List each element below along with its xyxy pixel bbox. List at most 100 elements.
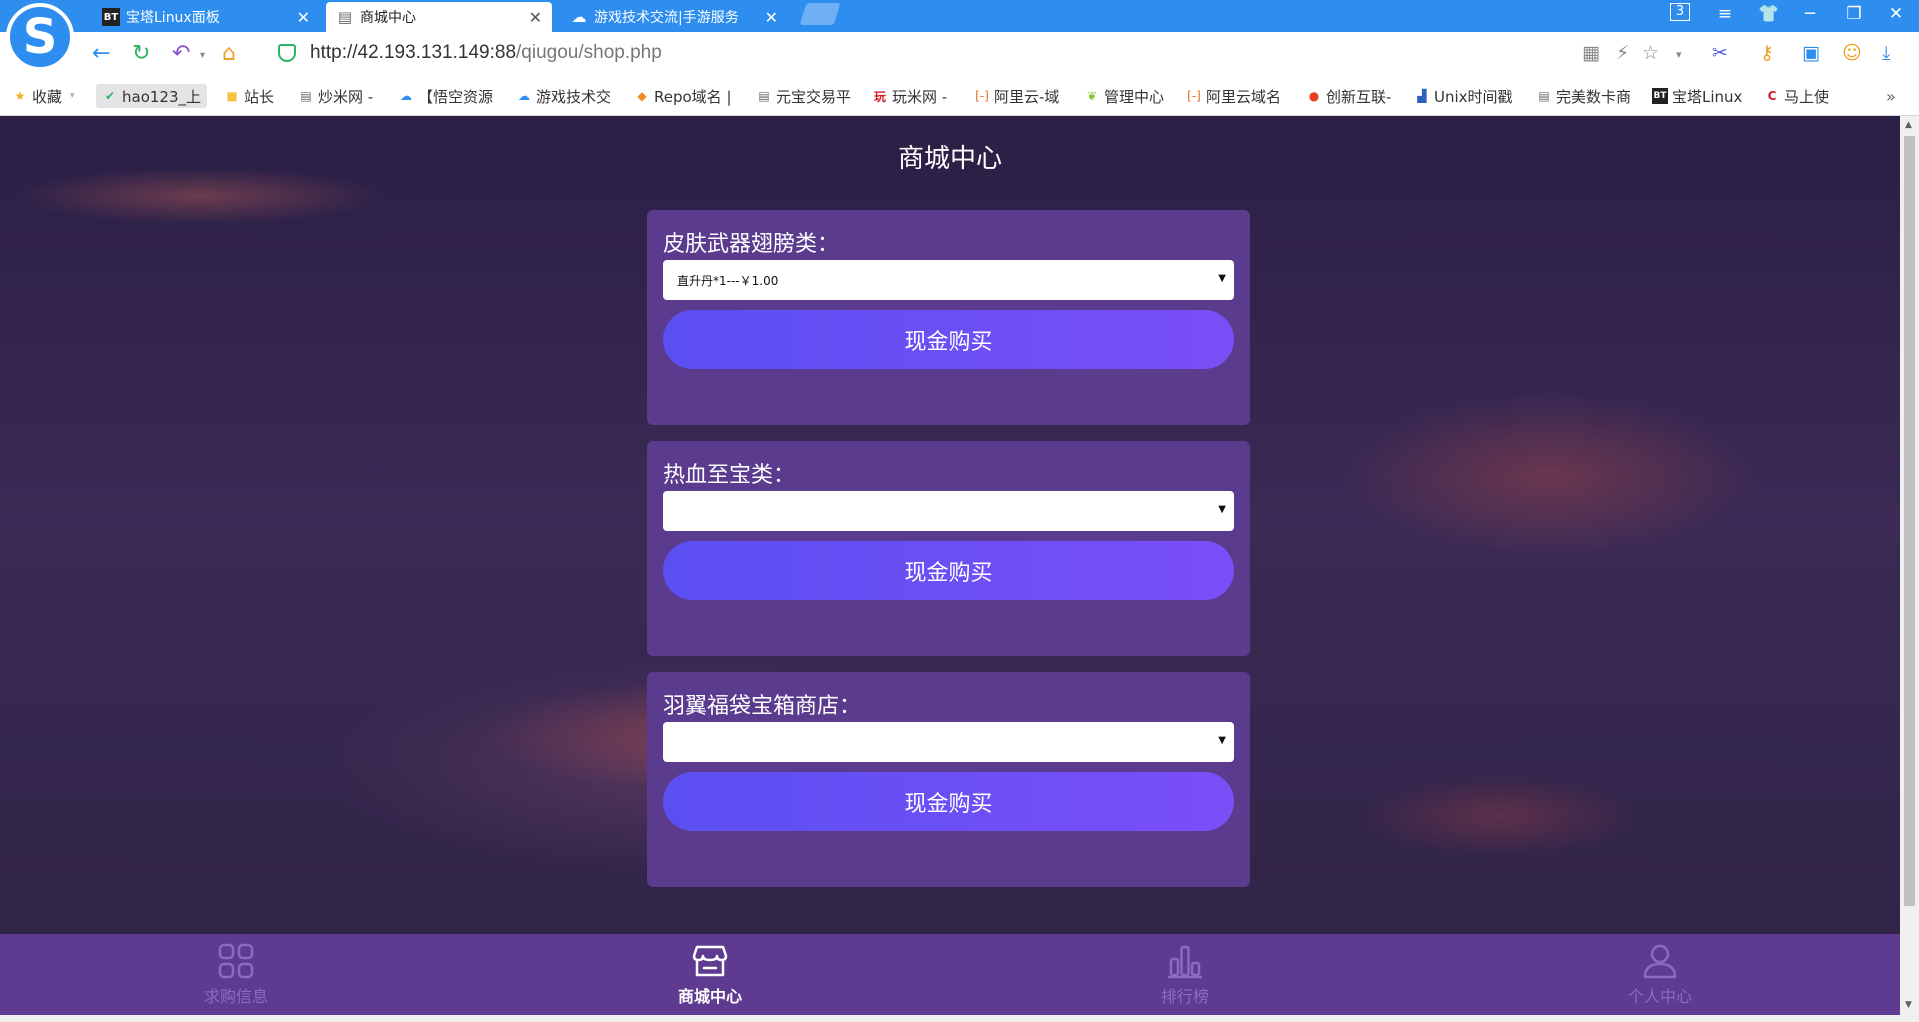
bar-chart-icon [1168,945,1202,978]
bookmark-repo[interactable]: ◆ Repo域名 | [634,84,731,108]
bookmark-zhanzhang[interactable]: ■ 站长 [224,84,274,108]
browser-logo-icon[interactable]: S [6,3,74,71]
document-icon: ▤ [758,89,770,103]
bookmark-chuangxin[interactable]: ● 创新互联- [1306,84,1392,108]
card-label: 皮肤武器翅膀类： [663,232,840,257]
bookmarks-bar: ★ 收藏 ▾ ✔ hao123_上 ■ 站长 ▤ 炒米网 - ☁ 【悟空资源 ☁ 游戏技术交 … [0,74,1919,116]
bookmark-chaomi[interactable]: ▤ 炒米网 - [298,84,373,108]
card-label: 羽翼福袋宝箱商店： [663,694,862,719]
tab-title: 商城中心 [360,10,416,26]
lightning-icon[interactable]: ⚡ [1616,42,1629,64]
bookmark-game-tech[interactable]: ☁ 游戏技术交 [516,84,611,108]
chevron-down-icon: ▾ [70,91,75,101]
tab-close-icon[interactable]: ✕ [297,8,310,27]
nav-label: 求购信息 [203,986,268,1006]
product-card-skins: 皮肤武器翅膀类： 直升丹*1---￥1.00 ▼ 现金购买 [647,210,1250,425]
cash-buy-button[interactable]: 现金购买 [663,772,1234,831]
scroll-thumb[interactable] [1904,136,1915,906]
cloud-icon: ☁ [400,89,412,103]
favorite-star-icon[interactable]: ☆ [1642,42,1659,64]
nav-label: 商城中心 [677,986,742,1006]
bookmark-wanmi[interactable]: 玩玩米网 - [872,84,947,108]
url-field[interactable]: http://42.193.131.149:88/qiugou/shop.php [310,42,662,64]
star-icon: ★ [14,89,26,103]
bt-favicon-icon: BT [102,8,120,26]
bookmark-wanmei[interactable]: ▤ 完美数卡商 [1536,84,1631,108]
product-select[interactable]: 直升丹*1---￥1.00 ▼ [663,260,1234,300]
product-select[interactable]: ▼ [663,722,1234,762]
undo-icon[interactable]: ↶ [172,41,190,66]
bookmark-admin-center[interactable]: ❦ 管理中心 [1084,84,1164,108]
tab-shop-center[interactable]: ▤ 商城中心 ✕ [326,2,552,32]
leaf-icon: ❦ [1086,89,1098,103]
bt-icon: BT [1652,88,1668,104]
product-select[interactable]: ▼ [663,491,1234,531]
bookmark-favorites[interactable]: ★ 收藏 ▾ [12,84,75,108]
folder-icon: ■ [226,89,238,103]
unix-icon: ▟ [1417,89,1427,103]
notes-icon[interactable]: ▣ [1802,42,1820,64]
restore-icon[interactable]: ❐ [1840,4,1868,24]
bookmark-unix-time[interactable]: ▟ Unix时间戳 [1414,84,1512,108]
more-bookmarks-icon[interactable]: » [1886,84,1896,108]
status-bar [0,1015,1919,1022]
shop-page: 商城中心 皮肤武器翅膀类： 直升丹*1---￥1.00 ▼ 现金购买 热血至宝类… [0,116,1900,1015]
tab-title: 游戏技术交流|手游服务 [594,10,739,26]
scissors-icon[interactable]: ✂ [1712,42,1728,64]
tab-close-icon[interactable]: ✕ [765,8,778,27]
tab-close-icon[interactable]: ✕ [529,8,542,27]
wan-icon: 玩 [873,89,886,104]
bookmark-wukong[interactable]: ☁ 【悟空资源 [398,84,493,108]
nav-label: 个人中心 [1627,986,1692,1006]
close-window-icon[interactable]: ✕ [1882,4,1910,24]
card-label: 热血至宝类： [663,463,796,488]
cash-buy-button[interactable]: 现金购买 [663,310,1234,369]
reload-icon[interactable]: ↻ [132,41,150,66]
nav-leaderboard[interactable]: 排行榜 [1085,934,1285,1015]
document-icon: ▤ [300,89,312,103]
emoji-icon[interactable]: ☺ [1842,42,1862,64]
download-icon[interactable]: ⤓ [1882,42,1890,64]
hao-icon: ✔ [104,89,116,103]
document-favicon-icon: ▤ [337,8,353,26]
bookmark-baota[interactable]: BT 宝塔Linux [1652,84,1742,108]
home-icon[interactable]: ⌂ [222,41,236,66]
address-bar: ← ↻ ↶ ▾ ⌂ http://42.193.131.149:88/qiugo… [0,32,1919,74]
tab-title: 宝塔Linux面板 [126,10,220,26]
aliyun-icon: [-] [1187,89,1201,103]
bookmark-aliyun-domain[interactable]: [-] 阿里云-域 [974,84,1059,108]
caret-down-icon: ▼ [1218,504,1226,515]
chevron-down-icon[interactable]: ▾ [200,50,205,61]
product-card-treasure: 热血至宝类： ▼ 现金购买 [647,441,1250,656]
bookmark-mashangshi[interactable]: C 马上使 [1764,84,1829,108]
nav-purchase-info[interactable]: 求购信息 [136,934,336,1015]
tab-game-tech[interactable]: ☁ 游戏技术交流|手游服务 ✕ [560,2,788,32]
chevron-down-icon[interactable]: ▾ [1676,48,1682,61]
fire-icon: ● [1308,89,1320,103]
user-icon [1643,944,1677,978]
product-card-wings: 羽翼福袋宝箱商店： ▼ 现金购买 [647,672,1250,887]
back-icon[interactable]: ← [92,41,110,66]
new-tab-button[interactable] [799,3,841,25]
skin-icon[interactable]: 👕 [1755,4,1783,24]
cash-buy-button[interactable]: 现金购买 [663,541,1234,600]
grid-icon [218,943,254,978]
scroll-down-icon[interactable]: ▼ [1905,1000,1912,1010]
menu-icon[interactable]: ≡ [1711,4,1739,24]
bookmark-aliyun[interactable]: [-] 阿里云域名 [1186,84,1281,108]
qr-code-icon[interactable]: ▦ [1582,42,1600,64]
tab-count-badge[interactable]: 3 [1670,3,1690,21]
tab-baota[interactable]: BT 宝塔Linux面板 ✕ [92,2,320,32]
bookmark-hao123[interactable]: ✔ hao123_上 [96,84,208,108]
key-icon[interactable]: ⚷ [1760,42,1774,64]
cloud-icon: ☁ [518,89,530,103]
nav-personal-center[interactable]: 个人中心 [1560,934,1760,1015]
caret-down-icon: ▼ [1218,735,1226,746]
security-shield-icon[interactable] [278,44,296,62]
bookmark-yuanbao[interactable]: ▤ 元宝交易平 [756,84,851,108]
nav-shop-center[interactable]: 商城中心 [610,934,810,1015]
scroll-up-icon[interactable]: ▲ [1905,120,1912,130]
minimize-icon[interactable]: ─ [1796,4,1824,24]
page-scrollbar[interactable]: ▲ ▼ [1900,116,1919,1015]
selected-option: 直升丹*1---￥1.00 [677,273,779,288]
